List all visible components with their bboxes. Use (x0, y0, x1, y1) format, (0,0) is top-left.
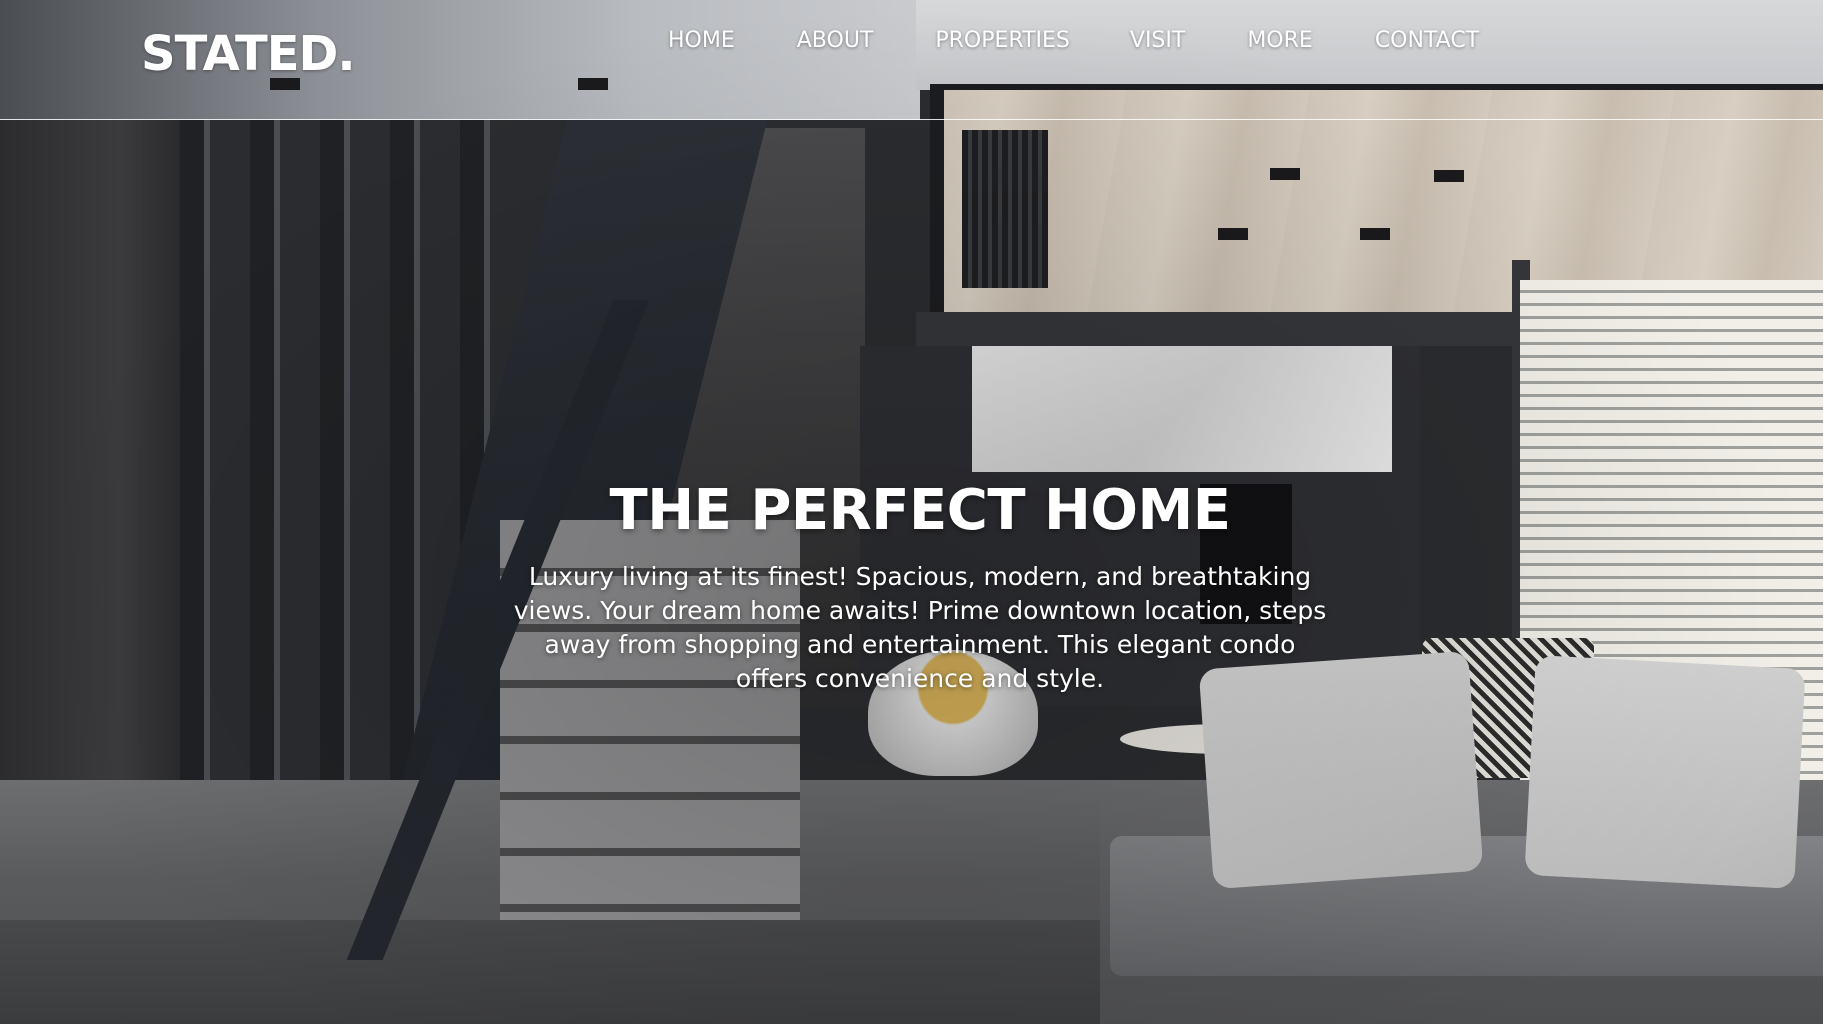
hero-description: Luxury living at its finest! Spacious, m… (513, 562, 1327, 693)
nav-item-home[interactable]: HOME (668, 28, 735, 53)
nav-item-about[interactable]: ABOUT (797, 28, 874, 53)
nav-item-visit[interactable]: VISIT (1130, 28, 1185, 53)
nav-item-more[interactable]: MORE (1247, 28, 1312, 53)
main-nav: HOME ABOUT PROPERTIES VISIT MORE CONTACT (668, 28, 1479, 53)
hero-title: THE PERFECT HOME (609, 478, 1232, 543)
site-logo[interactable]: STATED. (141, 26, 356, 82)
nav-item-properties[interactable]: PROPERTIES (935, 28, 1070, 53)
hero-section: STATED. HOME ABOUT PROPERTIES VISIT MORE… (0, 0, 1823, 1024)
site-header: STATED. HOME ABOUT PROPERTIES VISIT MORE… (0, 0, 1823, 120)
nav-item-contact[interactable]: CONTACT (1375, 28, 1479, 53)
